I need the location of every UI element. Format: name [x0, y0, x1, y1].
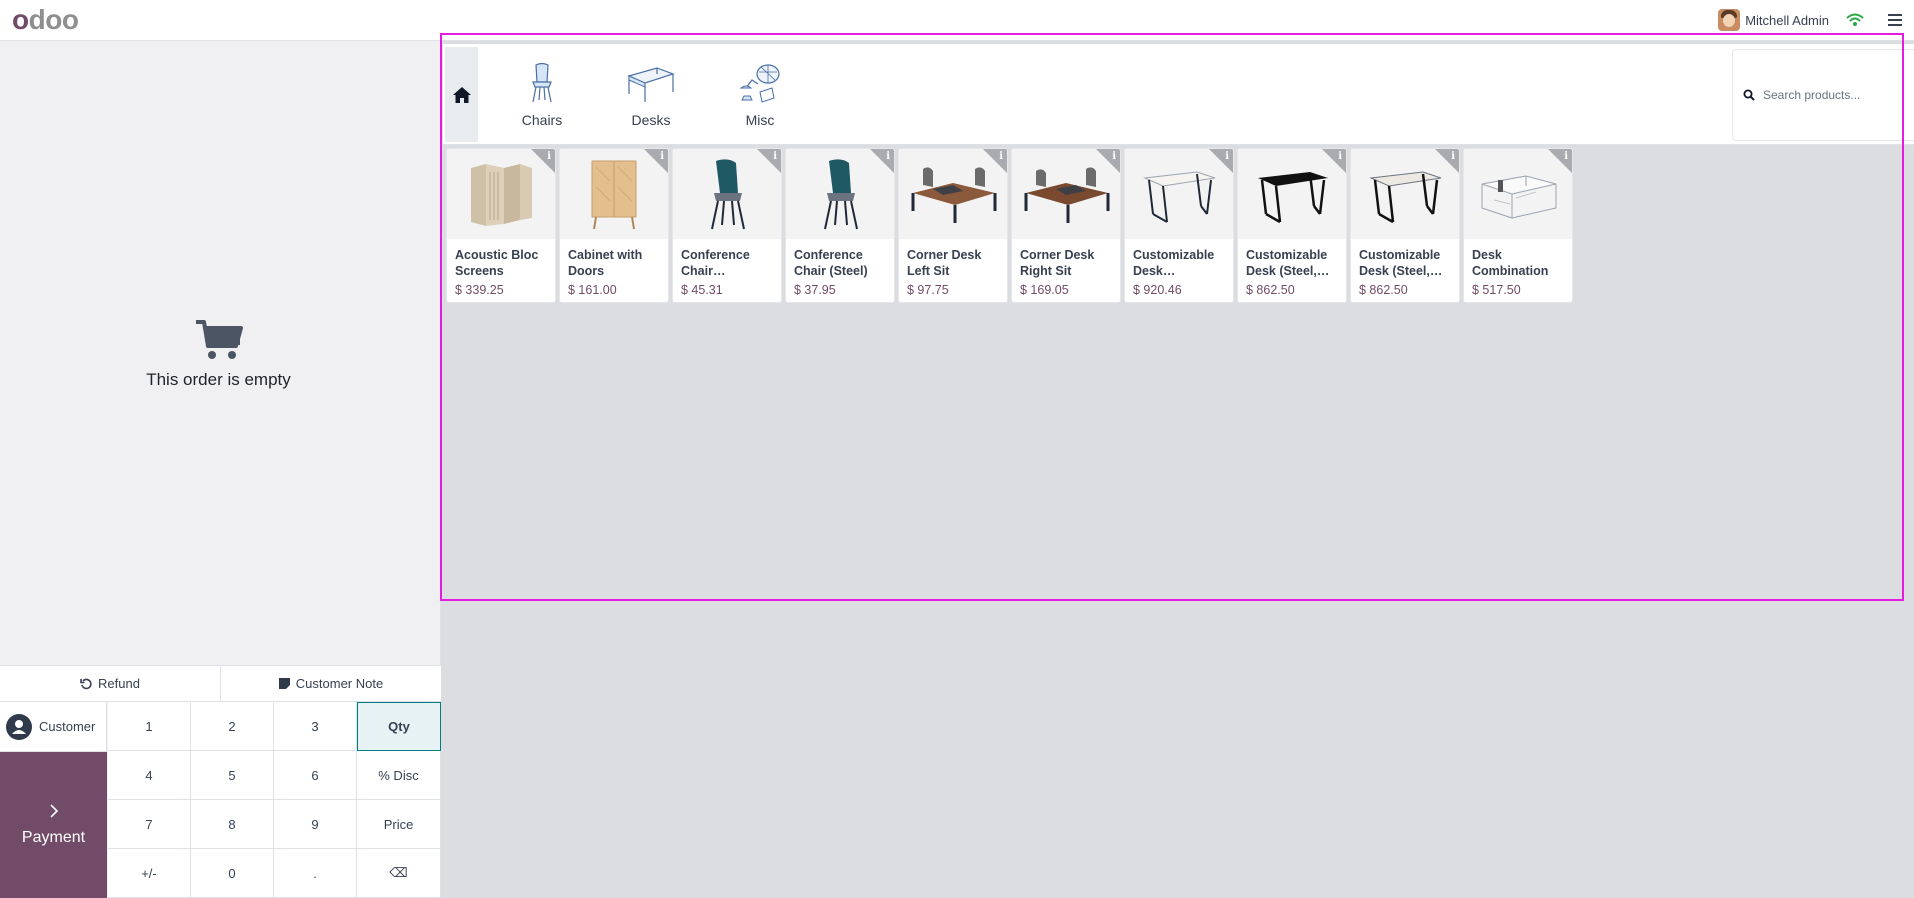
customer-note-button[interactable]: Customer Note: [220, 666, 441, 701]
product-price: $ 161.00: [568, 283, 617, 297]
refund-button[interactable]: Refund: [0, 666, 220, 701]
key-0[interactable]: 0: [191, 849, 274, 898]
info-icon[interactable]: i: [1451, 151, 1455, 162]
chair-icon: [532, 62, 552, 103]
product-price: $ 920.46: [1133, 283, 1182, 297]
product-price: $ 45.31: [681, 283, 723, 297]
product-grid: i Acoustic Bloc Screens $ 339.25 i Cabin…: [446, 148, 1573, 303]
category-desks[interactable]: Desks: [611, 62, 691, 128]
product-name: Desk Combination: [1472, 248, 1549, 278]
product-name: Cabinet with Doors: [568, 248, 643, 278]
hamburger-menu-icon[interactable]: [1886, 11, 1904, 29]
key-discount[interactable]: % Disc: [357, 751, 441, 800]
empty-order-message: This order is empty: [146, 370, 291, 389]
info-icon[interactable]: i: [660, 151, 664, 162]
home-icon: [452, 86, 471, 103]
note-icon: [278, 678, 290, 689]
product-price: $ 97.75: [907, 283, 949, 297]
key-1[interactable]: 1: [108, 702, 191, 751]
product-card[interactable]: i Corner Desk Right Sit $ 169.05: [1011, 148, 1121, 303]
product-card[interactable]: i Corner Desk Left Sit $ 97.75: [898, 148, 1008, 303]
product-name: Conference Chair…: [681, 248, 750, 278]
product-card[interactable]: i Customizable Desk (Steel,… $ 862.50: [1237, 148, 1347, 303]
search-input[interactable]: [1763, 88, 1903, 102]
product-name: Customizable Desk (Steel,…: [1246, 248, 1330, 278]
category-label: Misc: [745, 112, 775, 128]
product-card[interactable]: i Customizable Desk (Steel,… $ 862.50: [1350, 148, 1460, 303]
category-label: Chairs: [521, 112, 563, 128]
key-8[interactable]: 8: [191, 800, 274, 849]
order-actions: Refund Customer Note: [0, 665, 441, 702]
key-qty[interactable]: Qty: [357, 702, 441, 751]
product-card[interactable]: i Cabinet with Doors $ 161.00: [559, 148, 669, 303]
key-backspace[interactable]: ⌫: [357, 849, 441, 898]
top-bar: odoo Mitchell Admin: [0, 0, 1914, 41]
user-name: Mitchell Admin: [1745, 12, 1829, 28]
key-6[interactable]: 6: [274, 751, 357, 800]
user-menu[interactable]: Mitchell Admin: [1718, 9, 1829, 31]
product-card[interactable]: i Conference Chair (Steel) $ 37.95: [785, 148, 895, 303]
product-price: $ 169.05: [1020, 283, 1069, 297]
info-icon[interactable]: i: [999, 151, 1003, 162]
empty-order: This order is empty: [0, 318, 437, 390]
key-7[interactable]: 7: [108, 800, 191, 849]
info-icon[interactable]: i: [1225, 151, 1229, 162]
category-bar: Chairs Desks Misc: [443, 44, 1914, 145]
product-name: Customizable Desk…: [1133, 248, 1215, 278]
customer-button[interactable]: Customer: [0, 702, 107, 752]
key-decimal[interactable]: .: [274, 849, 357, 898]
cart-icon: [195, 320, 243, 359]
product-price: $ 339.25: [455, 283, 504, 297]
search-icon: [1743, 89, 1755, 101]
info-icon[interactable]: i: [773, 151, 777, 162]
category-misc[interactable]: Misc: [720, 62, 800, 128]
info-icon[interactable]: i: [1338, 151, 1342, 162]
numpad-area: Customer Payment 1 2 3 Qty 4 5 6 % Disc …: [0, 702, 441, 898]
key-3[interactable]: 3: [274, 702, 357, 751]
info-icon[interactable]: i: [1564, 151, 1568, 162]
key-price[interactable]: Price: [357, 800, 441, 849]
desk-icon: [627, 67, 675, 102]
category-label: Desks: [631, 112, 671, 128]
key-2[interactable]: 2: [191, 702, 274, 751]
avatar: [1718, 9, 1741, 31]
home-category-button[interactable]: [445, 47, 478, 142]
product-price: $ 862.50: [1359, 283, 1408, 297]
product-price: $ 517.50: [1472, 283, 1521, 297]
product-name: Acoustic Bloc Screens: [455, 248, 539, 278]
wifi-icon[interactable]: [1846, 11, 1864, 29]
undo-icon: [80, 678, 92, 689]
info-icon[interactable]: i: [886, 151, 890, 162]
order-pane: This order is empty Refund Customer Note…: [0, 41, 441, 898]
user-icon: [6, 713, 32, 740]
product-card[interactable]: i Acoustic Bloc Screens $ 339.25: [446, 148, 556, 303]
key-9[interactable]: 9: [274, 800, 357, 849]
product-price: $ 862.50: [1246, 283, 1295, 297]
product-card[interactable]: i Conference Chair… $ 45.31: [672, 148, 782, 303]
product-name: Conference Chair (Steel): [794, 248, 868, 278]
payment-button[interactable]: Payment: [0, 752, 107, 898]
numpad-keys: 1 2 3 Qty 4 5 6 % Disc 7 8 9 Price +/- 0…: [108, 702, 441, 898]
product-name: Customizable Desk (Steel,…: [1359, 248, 1443, 278]
chevron-right-icon: [49, 804, 58, 818]
odoo-logo: odoo: [12, 4, 79, 35]
key-5[interactable]: 5: [191, 751, 274, 800]
key-4[interactable]: 4: [108, 751, 191, 800]
product-card[interactable]: i Customizable Desk… $ 920.46: [1124, 148, 1234, 303]
info-icon[interactable]: i: [547, 151, 551, 162]
search-box[interactable]: [1732, 49, 1914, 141]
key-plus-minus[interactable]: +/-: [108, 849, 191, 898]
product-card[interactable]: i Desk Combination $ 517.50: [1463, 148, 1573, 303]
misc-icon: [739, 64, 780, 103]
product-name: Corner Desk Left Sit: [907, 248, 982, 278]
product-name: Corner Desk Right Sit: [1020, 248, 1095, 278]
category-chairs[interactable]: Chairs: [502, 62, 582, 128]
product-price: $ 37.95: [794, 283, 836, 297]
info-icon[interactable]: i: [1112, 151, 1116, 162]
